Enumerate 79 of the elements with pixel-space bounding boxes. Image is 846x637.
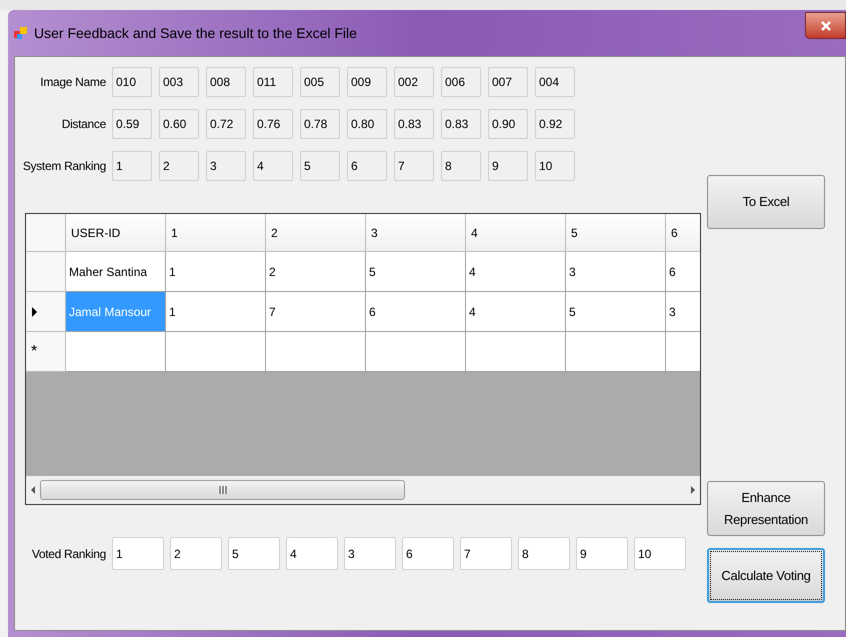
close-button[interactable]	[805, 12, 846, 39]
header-corner	[26, 214, 66, 252]
table-cell[interactable]: 1	[166, 252, 266, 292]
scrollbar-thumb[interactable]	[40, 480, 405, 500]
input-field[interactable]: 7	[460, 537, 512, 570]
action-button[interactable]: To Excel	[707, 175, 825, 229]
field-label: Voted Ranking	[30, 546, 107, 562]
readonly-field: 3	[206, 151, 246, 181]
input-field[interactable]: 8	[518, 537, 570, 570]
readonly-field: 007	[488, 67, 528, 97]
field-label: System Ranking	[22, 158, 107, 175]
table-cell[interactable]: Maher Santina	[66, 252, 166, 292]
close-icon	[820, 20, 830, 30]
scroll-right-icon[interactable]	[690, 486, 696, 494]
readonly-field: 008	[206, 67, 246, 97]
column-header[interactable]: 4	[466, 214, 566, 252]
table-cell[interactable]: 6	[366, 292, 466, 332]
readonly-field: 0.72	[206, 109, 246, 139]
horizontal-scrollbar[interactable]	[26, 476, 700, 504]
readonly-field: 0.78	[300, 109, 340, 139]
table-cell[interactable]: 3	[666, 292, 700, 332]
input-field[interactable]: 3	[344, 537, 396, 570]
table-cell[interactable]: 1	[166, 292, 266, 332]
readonly-field: 009	[347, 67, 387, 97]
readonly-field: 0.80	[347, 109, 387, 139]
readonly-field: 011	[253, 67, 293, 97]
readonly-field: 9	[488, 151, 528, 181]
field-label: Distance	[60, 116, 107, 133]
readonly-field: 2	[159, 151, 199, 181]
readonly-field: 006	[441, 67, 481, 97]
input-field[interactable]: 5	[228, 537, 280, 570]
table-cell[interactable]: 4	[466, 292, 566, 332]
readonly-field: 0.59	[112, 109, 152, 139]
input-field[interactable]: 10	[634, 537, 686, 570]
readonly-field: 0.76	[253, 109, 293, 139]
readonly-field: 0.90	[488, 109, 528, 139]
readonly-field: 002	[394, 67, 434, 97]
readonly-field: 004	[535, 67, 575, 97]
readonly-field: 5	[300, 151, 340, 181]
row-header[interactable]	[26, 252, 66, 292]
column-header[interactable]: 3	[366, 214, 466, 252]
readonly-field: 1	[112, 151, 152, 181]
readonly-field: 7	[394, 151, 434, 181]
readonly-field: 4	[253, 151, 293, 181]
app-icon	[14, 26, 28, 40]
readonly-field: 8	[441, 151, 481, 181]
readonly-field: 6	[347, 151, 387, 181]
input-field[interactable]: 6	[402, 537, 454, 570]
action-button[interactable]: Enhance Representation	[707, 481, 825, 536]
table-cell[interactable]: 3	[566, 252, 666, 292]
action-button[interactable]: Calculate Voting	[707, 548, 825, 603]
table-cell[interactable]: 7	[266, 292, 366, 332]
readonly-field: 0.83	[394, 109, 434, 139]
readonly-field: 010	[112, 67, 152, 97]
scroll-left-icon[interactable]	[30, 486, 36, 494]
readonly-field: 0.83	[441, 109, 481, 139]
table-cell[interactable]: 6	[666, 252, 700, 292]
readonly-field: 003	[159, 67, 199, 97]
field-label: Image Name	[39, 74, 107, 91]
table-cell[interactable]: 4	[466, 252, 566, 292]
input-field[interactable]: 4	[286, 537, 338, 570]
column-header[interactable]: 1	[166, 214, 266, 252]
table-cell[interactable]: 5	[366, 252, 466, 292]
column-header[interactable]: 6	[666, 214, 700, 252]
readonly-field: 005	[300, 67, 340, 97]
new-row-marker: *	[31, 342, 38, 362]
grip-icon	[218, 486, 226, 494]
window-title: User Feedback and Save the result to the Excel File	[34, 24, 357, 42]
column-header[interactable]: 2	[266, 214, 366, 252]
table-cell[interactable]: 5	[566, 292, 666, 332]
column-header[interactable]: 5	[566, 214, 666, 252]
readonly-field: 0.60	[159, 109, 199, 139]
input-field[interactable]: 9	[576, 537, 628, 570]
table-cell[interactable]: 2	[266, 252, 366, 292]
readonly-field: 0.92	[535, 109, 575, 139]
column-header[interactable]: USER-ID	[66, 214, 166, 252]
readonly-field: 10	[535, 151, 575, 181]
input-field[interactable]: 1	[112, 537, 164, 570]
input-field[interactable]: 2	[170, 537, 222, 570]
